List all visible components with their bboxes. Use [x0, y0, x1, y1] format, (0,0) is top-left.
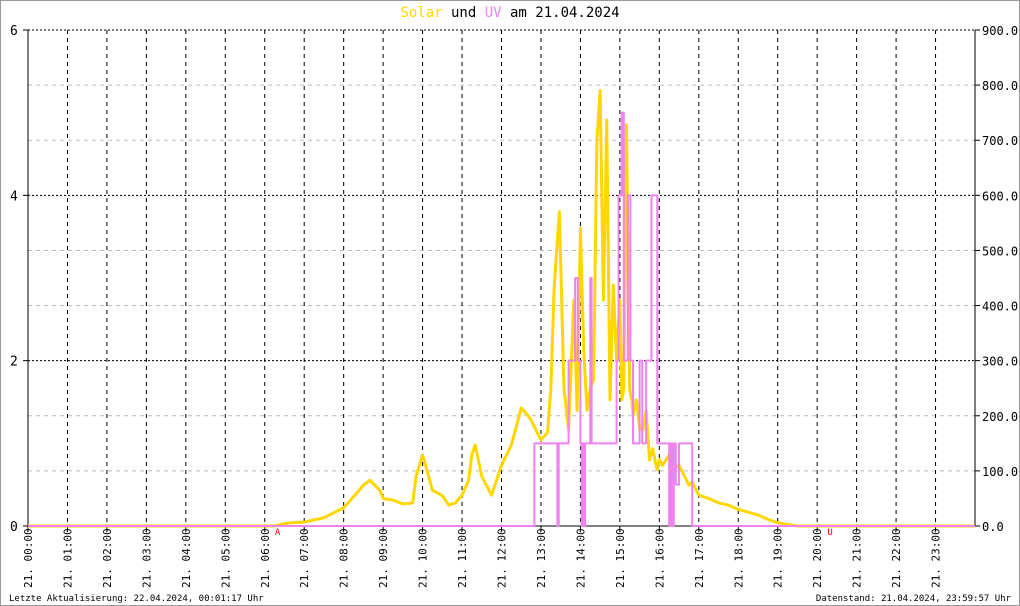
left-tick-label: 2 — [10, 355, 18, 370]
x-tick-label: 21. 09:00 — [377, 528, 390, 588]
left-tick-label: 0 — [10, 520, 18, 535]
series-solar-line — [28, 89, 975, 528]
x-tick-label: 21. 03:00 — [140, 528, 153, 588]
last-update-text: Letzte Aktualisierung: 22.04.2024, 00:01… — [9, 594, 264, 604]
right-tick-label: 500.0 — [982, 244, 1018, 258]
right-tick-label: 400.0 — [982, 300, 1018, 314]
x-tick-label: 21. 17:00 — [693, 528, 706, 588]
x-tick-label: 21. 01:00 — [61, 528, 74, 588]
x-tick-label: 21. 19:00 — [772, 528, 785, 588]
marker-a: A — [275, 528, 281, 538]
x-tick-label: 21. 18:00 — [732, 528, 745, 588]
left-tick-label: 4 — [10, 189, 18, 204]
x-tick-label: 21. 21:00 — [851, 528, 864, 588]
x-tick-label: 21. 12:00 — [496, 528, 509, 588]
x-tick-label: 21. 06:00 — [259, 528, 272, 588]
right-tick-label: 300.0 — [982, 355, 1018, 369]
x-tick-label: 21. 14:00 — [574, 528, 587, 588]
right-tick-label: 100.0 — [982, 465, 1018, 479]
x-tick-label: 21. 08:00 — [338, 528, 351, 588]
chart-plot: 0.0 100.0 200.0 300.0 400.0 500.0 600.0 700.0 80… — [10, 24, 1018, 588]
x-tick-label: 21. 07:00 — [298, 528, 311, 588]
x-tick-label: 21. 15:00 — [614, 528, 627, 588]
right-tick-label: 200.0 — [982, 410, 1018, 424]
data-status-text: Datenstand: 21.04.2024, 23:59:57 Uhr — [815, 594, 1011, 604]
x-tick-label: 21. 02:00 — [101, 528, 114, 588]
right-tick-label: 700.0 — [982, 134, 1018, 148]
x-tick-label: 21. 13:00 — [535, 528, 548, 588]
right-tick-label: 800.0 — [982, 79, 1018, 93]
x-tick-label: 21. 11:00 — [456, 528, 469, 588]
x-tick-label: 21. 20:00 — [811, 528, 824, 588]
x-tick-label: 21. 16:00 — [653, 528, 666, 588]
x-tick-label: 21. 04:00 — [180, 528, 193, 588]
x-tick-label: 21. 10:00 — [417, 528, 430, 588]
x-tick-label: 21. 22:00 — [890, 528, 903, 588]
left-tick-label: 6 — [10, 24, 18, 39]
right-tick-label: 900.0 — [982, 24, 1018, 38]
x-tick-label: 21. 23:00 — [930, 528, 943, 588]
right-tick-label: 0.0 — [982, 520, 1004, 534]
marker-u: U — [827, 528, 832, 538]
right-tick-label: 600.0 — [982, 189, 1018, 203]
x-tick-label: 21. 05:00 — [219, 528, 232, 588]
x-tick-label: 21. 00:00 — [22, 528, 35, 588]
